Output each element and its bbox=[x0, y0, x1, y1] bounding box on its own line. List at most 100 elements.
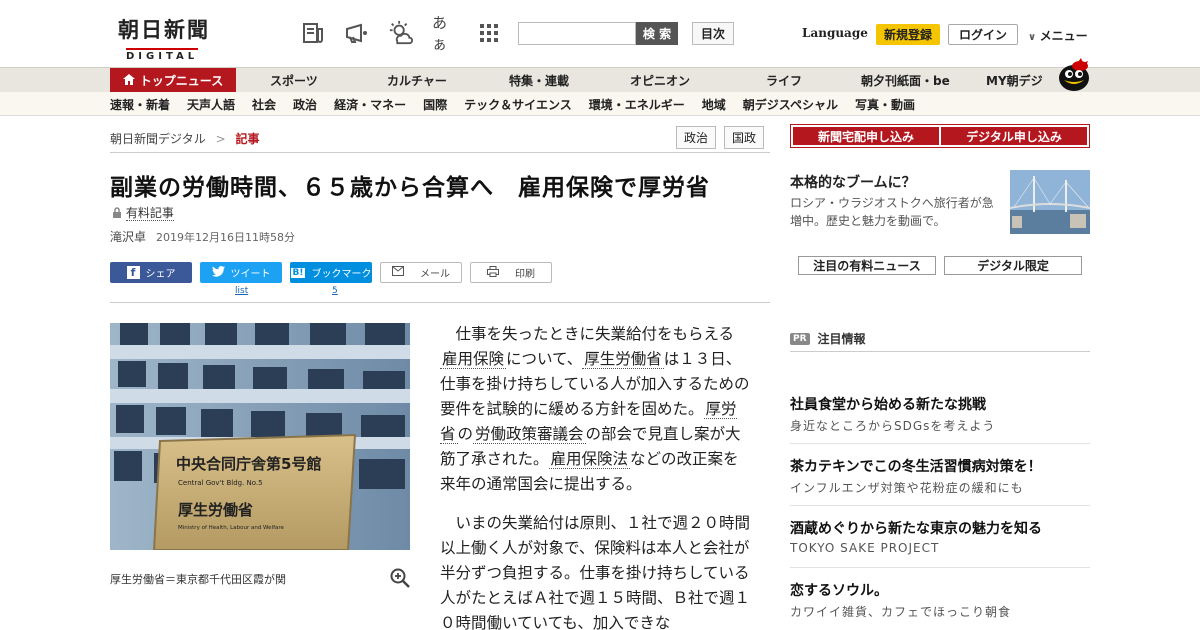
photo-sign-en1: Central Gov't Bldg. No.5 bbox=[178, 479, 263, 487]
breadcrumb-current: 記事 bbox=[235, 132, 260, 146]
divider bbox=[790, 567, 1090, 568]
pr-section-header: PR 注目情報 bbox=[790, 330, 1090, 347]
article-paragraph: 仕事を失ったときに失業給付をもらえる雇用保険 について、 厚生労働省 は１３日、仕事を… bbox=[440, 322, 750, 497]
facebook-icon: f bbox=[126, 266, 140, 279]
text: の bbox=[457, 425, 474, 443]
promo-image[interactable] bbox=[1010, 170, 1090, 234]
tag-politics[interactable]: 政治 bbox=[676, 126, 717, 149]
promo-title[interactable]: 本格的なブームに？ bbox=[790, 172, 916, 192]
sponsored-subtitle: インフルエンザ対策や花粉症の緩和にも bbox=[790, 481, 1024, 495]
nav-item-opinion[interactable]: オピニオン bbox=[630, 68, 690, 93]
sponsored-title: 茶カテキンでこの冬生活習慣病対策を！ bbox=[790, 459, 1042, 475]
logo-ja: 朝日新聞 bbox=[118, 17, 210, 42]
divider bbox=[110, 152, 770, 153]
menu-label: メニュー bbox=[1039, 29, 1088, 43]
nav-item-label: トップニュース bbox=[139, 74, 224, 88]
twitter-count[interactable]: list bbox=[235, 286, 248, 296]
sponsored-subtitle: TOKYO SAKE PROJECT bbox=[790, 541, 940, 555]
digital-subscribe-button[interactable]: デジタル申し込み bbox=[941, 127, 1087, 145]
sponsored-item[interactable]: 茶カテキンでこの冬生活習慣病対策を！ インフルエンザ対策や花粉症の緩和にも bbox=[790, 456, 1090, 496]
keyword-link[interactable]: 雇用保険法 bbox=[548, 450, 631, 469]
subnav-item[interactable]: 写真・動画 bbox=[855, 96, 915, 113]
subnav-item[interactable]: テック＆サイエンス bbox=[464, 96, 572, 113]
twitter-share-button[interactable]: ツイート bbox=[200, 262, 282, 283]
grid-icon[interactable] bbox=[476, 20, 502, 46]
secondary-nav: 速報・新着 天声人語 社会 政治 経済・マネー 国際 テック＆サイエンス 環境・… bbox=[0, 92, 1200, 116]
tab-digital-exclusive[interactable]: デジタル限定 bbox=[944, 256, 1082, 275]
search-input[interactable] bbox=[518, 22, 636, 45]
tag-national-politics[interactable]: 国政 bbox=[724, 126, 765, 149]
mascot-icon[interactable] bbox=[1056, 58, 1092, 92]
pr-section-title: 注目情報 bbox=[817, 332, 866, 346]
paid-label-text[interactable]: 有料記事 bbox=[125, 206, 174, 221]
chevron-down-icon: ∨ bbox=[1028, 32, 1040, 43]
menu-button[interactable]: ∨ メニュー bbox=[1028, 27, 1088, 44]
language-link[interactable]: Language bbox=[802, 26, 868, 40]
publish-date: 2019年12月16日11時58分 bbox=[156, 231, 295, 244]
search-button[interactable]: 検 索 bbox=[636, 22, 678, 45]
megaphone-icon[interactable] bbox=[344, 20, 370, 46]
newspaper-subscribe-button[interactable]: 新聞宅配申し込み bbox=[793, 127, 939, 145]
nav-item-my-asadigi[interactable]: MY朝デジ bbox=[986, 68, 1043, 93]
sponsored-item[interactable]: 恋するソウル。 カワイイ雑貨、カフェでほっこり朝食 bbox=[790, 580, 1090, 620]
login-button[interactable]: ログイン bbox=[948, 24, 1018, 45]
subnav-item[interactable]: 環境・エネルギー bbox=[589, 96, 685, 113]
sponsored-title: 酒蔵めぐりから新たな東京の魅力を知る bbox=[790, 521, 1042, 537]
font-size-icon[interactable]: あぁ bbox=[432, 14, 458, 53]
photo-sign-en2: Ministry of Health, Labour and Welfare bbox=[178, 525, 285, 531]
divider bbox=[790, 443, 1090, 444]
header-icon-group: あぁ bbox=[300, 14, 502, 53]
promo-text[interactable]: ロシア・ウラジオストクへ旅行者が急増中。歴史と魅力を動画で。 bbox=[790, 194, 1002, 230]
toc-button[interactable]: 目次 bbox=[692, 22, 734, 45]
divider bbox=[110, 302, 770, 303]
divider bbox=[790, 505, 1090, 506]
photo-sign-ja2: 厚生労働省 bbox=[178, 501, 253, 519]
subnav-item[interactable]: 速報・新着 bbox=[110, 96, 170, 113]
site-logo[interactable]: 朝日新聞 DIGITAL bbox=[118, 14, 230, 63]
sponsored-item[interactable]: 酒蔵めぐりから新たな東京の魅力を知る TOKYO SAKE PROJECT bbox=[790, 518, 1090, 555]
subnav-item[interactable]: 政治 bbox=[293, 96, 317, 113]
site-header: 朝日新聞 DIGITAL あぁ 検 索 目次 Language 新規登録 ログイ… bbox=[0, 0, 1200, 66]
nav-item-sports[interactable]: スポーツ bbox=[270, 68, 318, 93]
hatena-count[interactable]: 5 bbox=[332, 286, 338, 296]
breadcrumb-home[interactable]: 朝日新聞デジタル bbox=[110, 132, 206, 146]
nav-item-top-news[interactable]: トップニュース bbox=[110, 68, 236, 93]
facebook-share-button[interactable]: f シェア bbox=[110, 262, 192, 283]
sponsored-item[interactable]: 社員食堂から始める新たな挑戦 身近なところからSDGsを考えよう bbox=[790, 394, 1090, 434]
keyword-link[interactable]: 雇用保険 bbox=[440, 350, 507, 369]
keyword-link[interactable]: 労働政策審議会 bbox=[473, 425, 586, 444]
article-title: 副業の労働時間、６５歳から合算へ 雇用保険で厚労省 bbox=[110, 174, 710, 201]
mail-share-label: メール bbox=[420, 269, 450, 280]
subnav-item[interactable]: 社会 bbox=[252, 96, 276, 113]
newspaper-icon[interactable] bbox=[300, 20, 326, 46]
primary-nav: トップニュース スポーツ カルチャー 特集・連載 オピニオン ライフ 朝夕刊紙面… bbox=[0, 67, 1200, 93]
print-label: 印刷 bbox=[515, 269, 535, 280]
article-paragraph: いまの失業給付は原則、１社で週２０時間以上働く人が対象で、保険料は本人と会社が半… bbox=[440, 514, 751, 630]
weather-icon[interactable] bbox=[388, 20, 414, 46]
article-photo[interactable]: 中央合同庁舎第5号館 Central Gov't Bldg. No.5 厚生労働… bbox=[110, 323, 410, 550]
article-body: 仕事を失ったときに失業給付をもらえる雇用保険 について、 厚生労働省 は１３日、仕事を… bbox=[440, 322, 750, 630]
breadcrumb: 朝日新聞デジタル > 記事 bbox=[110, 130, 260, 147]
signup-button[interactable]: 新規登録 bbox=[876, 24, 940, 45]
tab-featured-paid-news[interactable]: 注目の有料ニュース bbox=[798, 256, 936, 275]
print-button[interactable]: 印刷 bbox=[470, 262, 552, 283]
subnav-item[interactable]: 地域 bbox=[702, 96, 726, 113]
nav-item-features[interactable]: 特集・連載 bbox=[509, 68, 569, 93]
paid-article-label: 有料記事 bbox=[112, 204, 174, 221]
author-name: 滝沢卓 bbox=[110, 230, 147, 244]
byline: 滝沢卓 2019年12月16日11時58分 bbox=[110, 228, 295, 245]
secondary-nav-row: 速報・新着 天声人語 社会 政治 経済・マネー 国際 テック＆サイエンス 環境・… bbox=[110, 92, 915, 116]
keyword-link[interactable]: 厚生労働省 bbox=[582, 350, 664, 369]
nav-item-paper[interactable]: 朝夕刊紙面・be bbox=[861, 68, 950, 93]
hatena-bookmark-button[interactable]: B! ブックマーク bbox=[290, 262, 372, 283]
nav-item-culture[interactable]: カルチャー bbox=[387, 68, 447, 93]
zoom-icon[interactable] bbox=[390, 568, 410, 588]
pr-badge: PR bbox=[790, 332, 810, 345]
subnav-item[interactable]: 天声人語 bbox=[187, 96, 235, 113]
mail-share-button[interactable]: メール bbox=[380, 262, 462, 283]
subnav-item[interactable]: 朝デジスペシャル bbox=[743, 96, 838, 113]
subscription-buttons: 新聞宅配申し込み デジタル申し込み bbox=[790, 124, 1090, 148]
nav-item-life[interactable]: ライフ bbox=[766, 68, 802, 93]
subnav-item[interactable]: 経済・マネー bbox=[334, 96, 406, 113]
subnav-item[interactable]: 国際 bbox=[423, 96, 447, 113]
